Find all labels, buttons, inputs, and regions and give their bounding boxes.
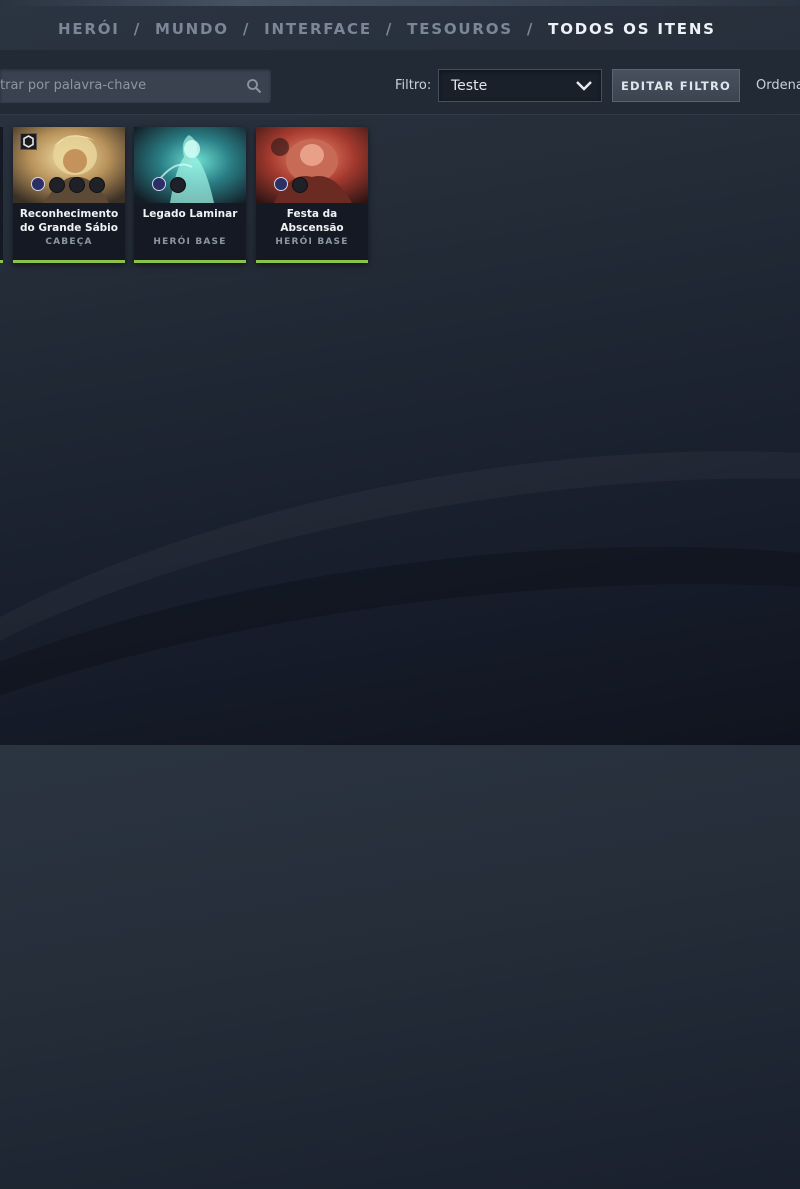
gem-socket-filled <box>152 177 166 191</box>
breadcrumb-item-mundo[interactable]: MUNDO <box>155 20 229 38</box>
rarity-bar <box>0 260 3 263</box>
item-type: HERÓI BASE <box>275 237 349 247</box>
breadcrumb-separator: / <box>526 20 535 38</box>
gem-socket-empty <box>292 177 308 193</box>
breadcrumb: HERÓI / MUNDO / INTERFACE / TESOUROS / T… <box>58 18 716 40</box>
item-art <box>256 127 368 203</box>
gem-socket-filled <box>274 177 288 191</box>
chevron-down-icon <box>576 81 592 91</box>
gem-socket-filled <box>31 177 45 191</box>
item-type: CABEÇA <box>45 237 93 247</box>
gem-sockets <box>274 177 308 193</box>
breadcrumb-separator: / <box>242 20 251 38</box>
gem-socket-empty <box>89 177 105 193</box>
filter-dropdown[interactable]: Teste <box>438 69 602 102</box>
filter-selected-value: Teste <box>451 78 488 94</box>
gem-socket-empty <box>49 177 65 193</box>
search-input[interactable]: trar por palavra-chave <box>0 69 271 103</box>
edit-filter-button[interactable]: EDITAR FILTRO <box>612 69 740 102</box>
top-strip <box>0 0 800 6</box>
item-name: Reconhecimento do Grande Sábio <box>19 208 119 234</box>
gem-sockets <box>152 177 186 193</box>
item-type: HERÓI BASE <box>153 237 227 247</box>
search-placeholder: trar por palavra-chave <box>0 78 147 93</box>
rarity-bar <box>256 260 368 263</box>
gem-sockets <box>31 177 105 193</box>
rarity-bar <box>134 260 246 263</box>
item-name: Legado Laminar <box>142 208 238 220</box>
item-card-partial[interactable] <box>0 127 3 263</box>
search-icon[interactable] <box>246 78 262 94</box>
sort-label[interactable]: Ordena <box>756 78 800 93</box>
breadcrumb-item-current: TODOS OS ITENS <box>548 20 716 38</box>
gem-socket-empty <box>170 177 186 193</box>
item-name: Festa da Abscensão <box>280 208 344 234</box>
breadcrumb-item-interface[interactable]: INTERFACE <box>264 20 372 38</box>
gem-socket-empty <box>69 177 85 193</box>
item-card[interactable]: Festa da Abscensão HERÓI BASE <box>256 127 368 263</box>
item-card[interactable]: Reconhecimento do Grande Sábio CABEÇA <box>13 127 125 263</box>
breadcrumb-item-tesouros[interactable]: TESOUROS <box>407 20 513 38</box>
item-art <box>134 127 246 203</box>
rarity-bar <box>13 260 125 263</box>
filter-label: Filtro: <box>395 78 432 93</box>
item-card[interactable]: Legado Laminar HERÓI BASE <box>134 127 246 263</box>
breadcrumb-separator: / <box>133 20 141 38</box>
item-badge-icon <box>20 133 37 150</box>
breadcrumb-item-heroi[interactable]: HERÓI <box>58 20 120 38</box>
breadcrumb-separator: / <box>385 20 394 38</box>
